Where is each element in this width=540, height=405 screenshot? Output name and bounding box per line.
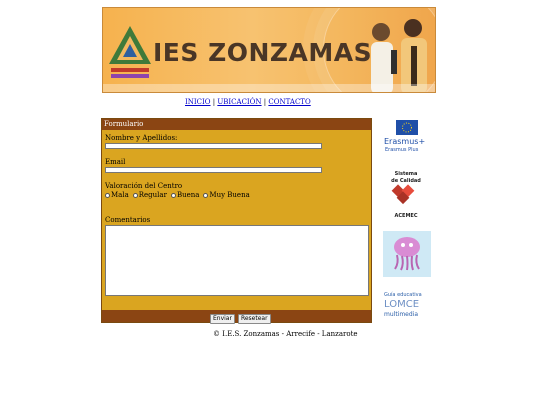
erasmus-name: Erasmus+	[384, 137, 425, 146]
students-photo	[371, 19, 427, 92]
guia-lomce-link[interactable]: Guía educativa LOMCE multimedia	[383, 290, 431, 320]
rating-option-regular[interactable]: Regular	[132, 191, 167, 199]
rating-label: Valoración del Centro	[105, 182, 183, 190]
calidad-org: ACEMEC	[394, 213, 417, 219]
guia-line3: multimedia	[384, 311, 418, 318]
calidad-logo-icon: Sistema de Calidad ACEMEC	[391, 171, 421, 219]
name-input[interactable]	[105, 143, 322, 149]
guia-lomce-logo-icon: Guía educativa LOMCE multimedia	[384, 291, 422, 318]
banner-title: IES ZONZAMAS	[153, 38, 373, 67]
radio-button-icon[interactable]	[170, 192, 176, 198]
rating-option-label: Buena	[176, 191, 200, 199]
jellyfish-icon	[394, 237, 420, 271]
calidad-line1: Sistema	[395, 171, 418, 177]
nav-link-contacto[interactable]: CONTACTO	[268, 98, 310, 106]
site-banner: IES ZONZAMAS	[102, 7, 436, 93]
guia-line2: LOMCE	[384, 299, 419, 310]
nav-link-ubicacion[interactable]: UBICACIÓN	[217, 98, 261, 106]
name-label: Nombre y Apellidos:	[105, 134, 178, 142]
radio-button-icon[interactable]	[105, 192, 110, 198]
banner-strip	[103, 84, 435, 92]
page-footer: © I.E.S. Zonzamas - Arrecife - Lanzarote	[213, 330, 358, 338]
rating-option-muy-buena[interactable]: Muy Buena	[203, 191, 250, 199]
radio-button-icon[interactable]	[203, 192, 209, 198]
form-buttons: Enviar Resetear	[210, 314, 271, 324]
erasmus-sub: Erasmus Plus	[385, 147, 419, 153]
rating-option-mala[interactable]: Mala	[105, 191, 129, 199]
contact-form: Formulario Nombre y Apellidos: Email Val…	[101, 118, 372, 323]
form-header: Formulario	[102, 119, 371, 130]
nav-link-inicio[interactable]: INICIO	[185, 98, 211, 106]
submit-button[interactable]: Enviar	[210, 314, 235, 324]
erasmus-plus-link[interactable]: Erasmus+ Erasmus Plus	[383, 120, 431, 154]
rating-option-label: Regular	[138, 191, 167, 199]
comments-textarea[interactable]	[105, 225, 369, 296]
radio-button-icon[interactable]	[132, 192, 138, 198]
calidad-line2: de Calidad	[391, 178, 421, 184]
guia-line1: Guía educativa	[384, 291, 422, 298]
rating-group: Mala Regular Buena Muy Buena	[105, 191, 250, 199]
rating-option-buena[interactable]: Buena	[170, 191, 200, 199]
top-nav: INICIO | UBICACIÓN | CONTACTO	[185, 98, 311, 106]
reset-button[interactable]: Resetear	[237, 314, 271, 324]
rating-option-label: Mala	[111, 191, 129, 199]
rating-option-label: Muy Buena	[209, 191, 250, 199]
medusa-link[interactable]	[383, 231, 431, 277]
nav-separator: |	[263, 98, 267, 106]
school-logo-icon	[109, 26, 151, 78]
eu-flag-icon: Erasmus+ Erasmus Plus	[384, 120, 425, 153]
comments-label: Comentarios	[105, 216, 151, 224]
sistema-calidad-link[interactable]: Sistema de Calidad ACEMEC	[383, 168, 429, 220]
nav-separator: |	[212, 98, 216, 106]
email-input[interactable]	[105, 167, 322, 173]
email-label: Email	[105, 158, 126, 166]
